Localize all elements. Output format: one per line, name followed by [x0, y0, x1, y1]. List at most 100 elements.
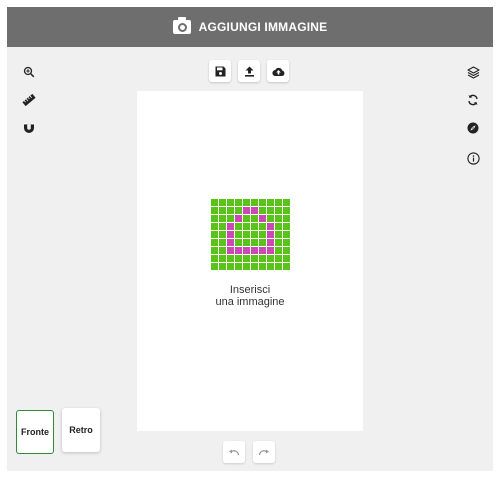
save-button[interactable] [209, 60, 231, 82]
pixel-cell [274, 215, 282, 222]
pixel-cell [274, 263, 282, 270]
pixel-cell [274, 255, 282, 262]
pixel-cell [234, 239, 242, 246]
upload-button[interactable] [238, 60, 260, 82]
ruler-button[interactable] [18, 89, 40, 111]
design-canvas[interactable]: Inserisci una immagine [137, 91, 363, 431]
pixel-cell [258, 223, 266, 230]
sync-icon [468, 94, 478, 106]
pixel-cell [218, 199, 226, 206]
pixel-cell [266, 255, 274, 262]
pixel-cell [266, 239, 274, 246]
pixel-cell [242, 263, 250, 270]
pixel-cell [258, 215, 266, 222]
rotate-button[interactable] [462, 89, 484, 111]
pixel-cell [242, 231, 250, 238]
pixel-cell [282, 255, 290, 262]
cloud-upload-icon [271, 67, 284, 76]
pixel-cell [242, 239, 250, 246]
redo-button[interactable] [253, 441, 275, 463]
pixel-cell [282, 223, 290, 230]
pixel-cell [210, 239, 218, 246]
pixel-cell [266, 223, 274, 230]
pixel-cell [274, 223, 282, 230]
pixel-cell [274, 231, 282, 238]
zoom-in-icon [23, 66, 35, 78]
magnet-button[interactable] [18, 117, 40, 139]
editor-app: AGGIUNGI IMMAGINE Inserisci una immagine… [7, 7, 493, 471]
pixel-cell [218, 231, 226, 238]
cloud-upload-button[interactable] [267, 60, 289, 82]
pixel-cell [282, 207, 290, 214]
pixel-cell [282, 239, 290, 246]
pixel-cell [210, 215, 218, 222]
pixel-cell [266, 199, 274, 206]
pixel-cell [282, 215, 290, 222]
zoom-in-button[interactable] [18, 61, 40, 83]
pixel-cell [258, 247, 266, 254]
pixel-cell [250, 239, 258, 246]
pixel-cell [250, 207, 258, 214]
pixel-cell [250, 247, 258, 254]
pixel-cell [258, 255, 266, 262]
pixel-cell [266, 215, 274, 222]
pixel-cell [234, 207, 242, 214]
magnet-icon [24, 123, 34, 133]
placeholder-line-1: Inserisci [229, 284, 271, 296]
layers-icon [466, 65, 480, 79]
pixel-cell [250, 255, 258, 262]
pixel-cell [218, 207, 226, 214]
pixel-cell [250, 231, 258, 238]
compass-icon [467, 122, 479, 134]
back-side-button[interactable]: Retro [62, 408, 100, 452]
pixel-cell [250, 215, 258, 222]
pixel-cell [242, 207, 250, 214]
pixel-cell [218, 255, 226, 262]
pixel-cell [218, 263, 226, 270]
pixel-cell [218, 223, 226, 230]
pixel-cell [282, 247, 290, 254]
pixel-cell [274, 207, 282, 214]
pixel-cell [210, 263, 218, 270]
pixel-cell [218, 247, 226, 254]
pixel-cell [234, 231, 242, 238]
compass-button[interactable] [462, 117, 484, 139]
pixel-cell [234, 199, 242, 206]
pixel-cell [210, 199, 218, 206]
ruler-icon [22, 93, 36, 107]
header-title: AGGIUNGI IMMAGINE [198, 20, 328, 34]
pixel-cell [218, 215, 226, 222]
undo-button[interactable] [223, 441, 245, 463]
layers-button[interactable] [462, 61, 484, 83]
pixel-cell [234, 223, 242, 230]
pixel-cell [258, 207, 266, 214]
pixel-cell [210, 207, 218, 214]
pixel-cell [250, 263, 258, 270]
pixel-cell [226, 215, 234, 222]
pixel-cell [242, 255, 250, 262]
pixel-cell [258, 239, 266, 246]
front-side-button[interactable]: Fronte [16, 410, 54, 454]
placeholder-text: Inserisci una immagine [137, 284, 363, 308]
add-image-header[interactable]: AGGIUNGI IMMAGINE [7, 7, 493, 47]
pixel-cell [210, 223, 218, 230]
pixel-cell [210, 255, 218, 262]
placeholder-line-2: una immagine [215, 296, 285, 308]
pixel-cell [242, 215, 250, 222]
image-placeholder[interactable]: Inserisci una immagine [137, 199, 363, 308]
info-icon [466, 151, 480, 165]
info-button[interactable] [462, 147, 484, 169]
pixel-cell [274, 247, 282, 254]
pixel-cell [266, 231, 274, 238]
pixel-cell [234, 255, 242, 262]
pixel-cell [242, 199, 250, 206]
redo-icon [258, 449, 269, 456]
pixel-cell [226, 207, 234, 214]
pixel-cell [226, 223, 234, 230]
image-placeholder-icon [210, 199, 290, 270]
floppy-disk-icon [215, 66, 225, 76]
pixel-cell [226, 199, 234, 206]
pixel-cell [210, 231, 218, 238]
pixel-cell [242, 223, 250, 230]
pixel-cell [234, 215, 242, 222]
